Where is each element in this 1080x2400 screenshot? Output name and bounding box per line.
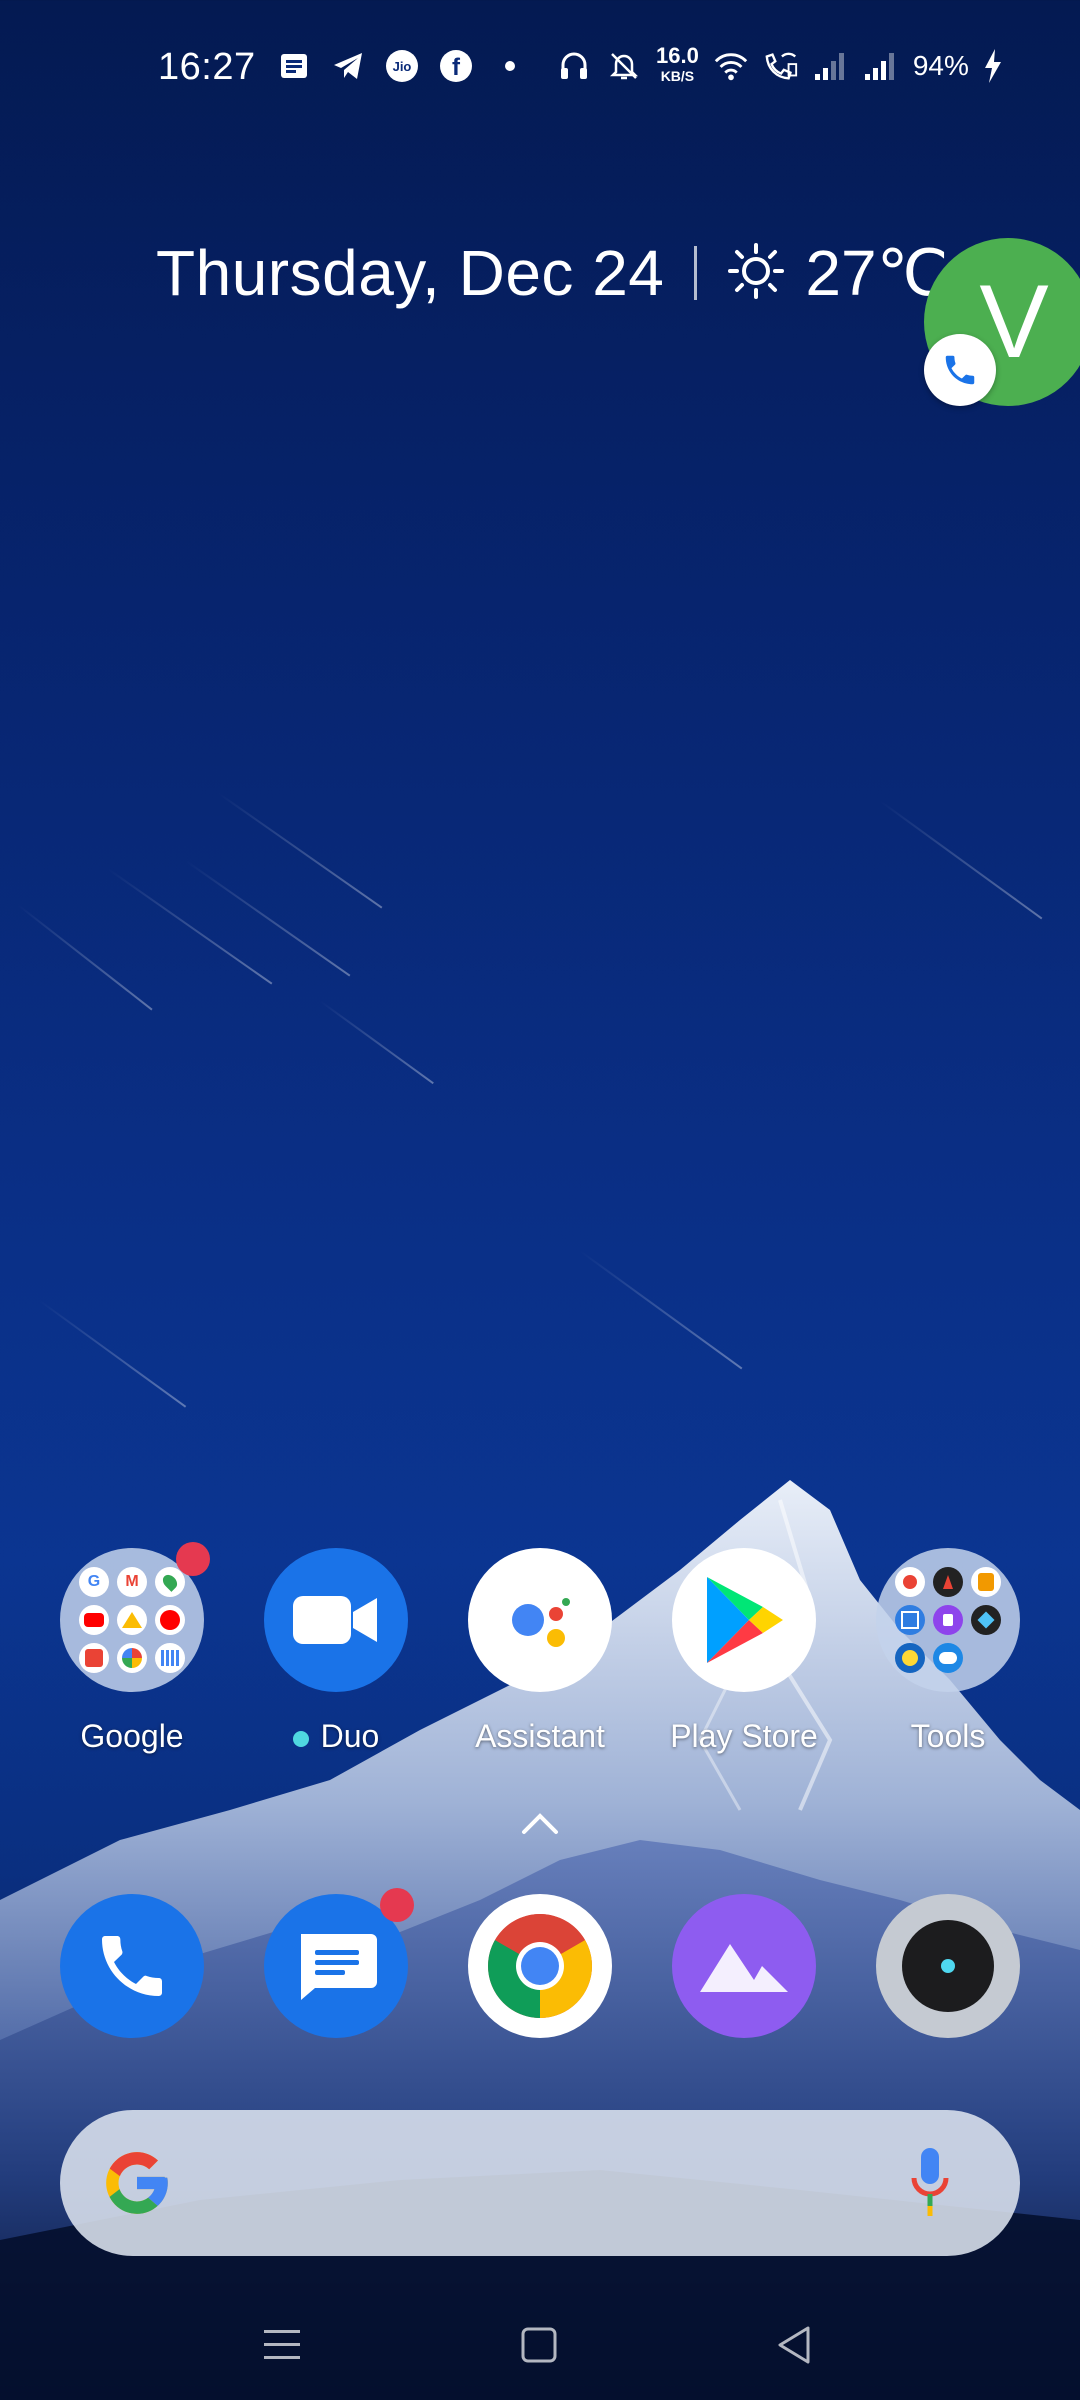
home-icon[interactable] — [520, 2326, 558, 2364]
google-search-bar[interactable] — [60, 2110, 1020, 2256]
dock-messages[interactable] — [246, 1888, 426, 2038]
date-weather-widget[interactable]: Thursday, Dec 24 27℃ — [156, 228, 948, 318]
battery-percent: 94% — [912, 50, 969, 81]
app-label: Play Store — [670, 1718, 818, 1754]
network-speed: 16.0 KB/S — [656, 43, 699, 85]
gmail-mini-icon: M — [117, 1567, 147, 1597]
widget-divider — [694, 246, 698, 300]
app-drawer-arrow-icon[interactable] — [518, 1808, 562, 1838]
chrome-icon[interactable] — [468, 1894, 612, 2038]
mic-icon[interactable] — [908, 2144, 952, 2224]
app-assistant[interactable]: Assistant — [450, 1548, 630, 1755]
app-play-store[interactable]: Play Store — [654, 1548, 834, 1755]
gallery-icon[interactable] — [672, 1894, 816, 2038]
facebook-icon: f — [438, 48, 474, 84]
drive-mini-icon — [117, 1605, 147, 1635]
date-label[interactable]: Thursday, Dec 24 — [156, 236, 664, 310]
notification-badge — [380, 1888, 414, 1922]
notification-badge — [176, 1542, 210, 1576]
dot-icon — [492, 48, 528, 84]
news-icon — [276, 48, 312, 84]
assistant-icon[interactable] — [468, 1548, 612, 1692]
dock-chrome[interactable] — [450, 1894, 630, 2038]
back-icon[interactable] — [774, 2324, 814, 2366]
status-system-icons: 16.0 KB/S 94% — [556, 44, 1003, 88]
camera-icon[interactable] — [876, 1894, 1020, 2038]
playmovies-mini-icon — [79, 1643, 109, 1673]
duo-icon[interactable] — [264, 1548, 408, 1692]
sun-icon — [727, 242, 785, 305]
app-label: Tools — [910, 1718, 986, 1754]
wifi-icon — [713, 48, 749, 84]
google-folder-icon[interactable]: G M — [60, 1542, 210, 1692]
wifi-calling-icon — [763, 48, 799, 84]
app-label: Assistant — [475, 1718, 605, 1754]
weather-mini-icon — [895, 1643, 925, 1673]
photos-mini-icon — [117, 1643, 147, 1673]
headphones-icon — [556, 48, 592, 84]
signal-1-icon — [813, 48, 849, 84]
app-google-folder[interactable]: G M Google — [42, 1542, 222, 1755]
signal-2-icon — [863, 48, 899, 84]
ar-mini-icon — [971, 1605, 1001, 1635]
charging-icon — [983, 48, 1003, 84]
dock-camera[interactable] — [858, 1894, 1038, 2038]
jio-icon: Jio — [384, 48, 420, 84]
play-store-icon[interactable] — [672, 1548, 816, 1692]
menu-icon[interactable] — [262, 2328, 302, 2362]
cloud-mini-icon — [933, 1643, 963, 1673]
phone-icon — [945, 355, 975, 385]
tools-folder-icon[interactable] — [876, 1548, 1020, 1692]
google-g-icon[interactable] — [100, 2146, 174, 2220]
status-time: 16:27 — [158, 46, 256, 88]
app-label: Google — [80, 1718, 184, 1754]
recorder-mini-icon — [895, 1567, 925, 1597]
youtube-mini-icon — [79, 1605, 109, 1635]
google-mini-icon: G — [79, 1567, 109, 1597]
app-duo[interactable]: Duo — [246, 1548, 426, 1755]
podcasts-mini-icon — [155, 1643, 185, 1673]
status-notification-icons: Jio f — [276, 44, 528, 88]
navigation-bar — [0, 2290, 1080, 2400]
bell-off-icon — [606, 48, 642, 84]
telegram-icon — [330, 48, 366, 84]
ytmusic-mini-icon — [155, 1605, 185, 1635]
call-badge[interactable] — [924, 334, 996, 406]
app-label: Duo — [320, 1718, 380, 1754]
phone-icon[interactable] — [60, 1894, 204, 2038]
file-manager-mini-icon — [895, 1605, 925, 1635]
app-tools-folder[interactable]: Tools — [858, 1548, 1038, 1755]
duo-status-dot — [292, 1730, 309, 1747]
compass-mini-icon — [933, 1567, 963, 1597]
lock-mini-icon — [933, 1605, 963, 1635]
dock-gallery[interactable] — [654, 1894, 834, 2038]
status-bar: 16:27 Jio f 16.0 KB/S 94% — [0, 0, 1080, 140]
calculator-mini-icon — [971, 1567, 1001, 1597]
dock-phone[interactable] — [42, 1894, 222, 2038]
messages-icon[interactable] — [264, 1888, 414, 2038]
